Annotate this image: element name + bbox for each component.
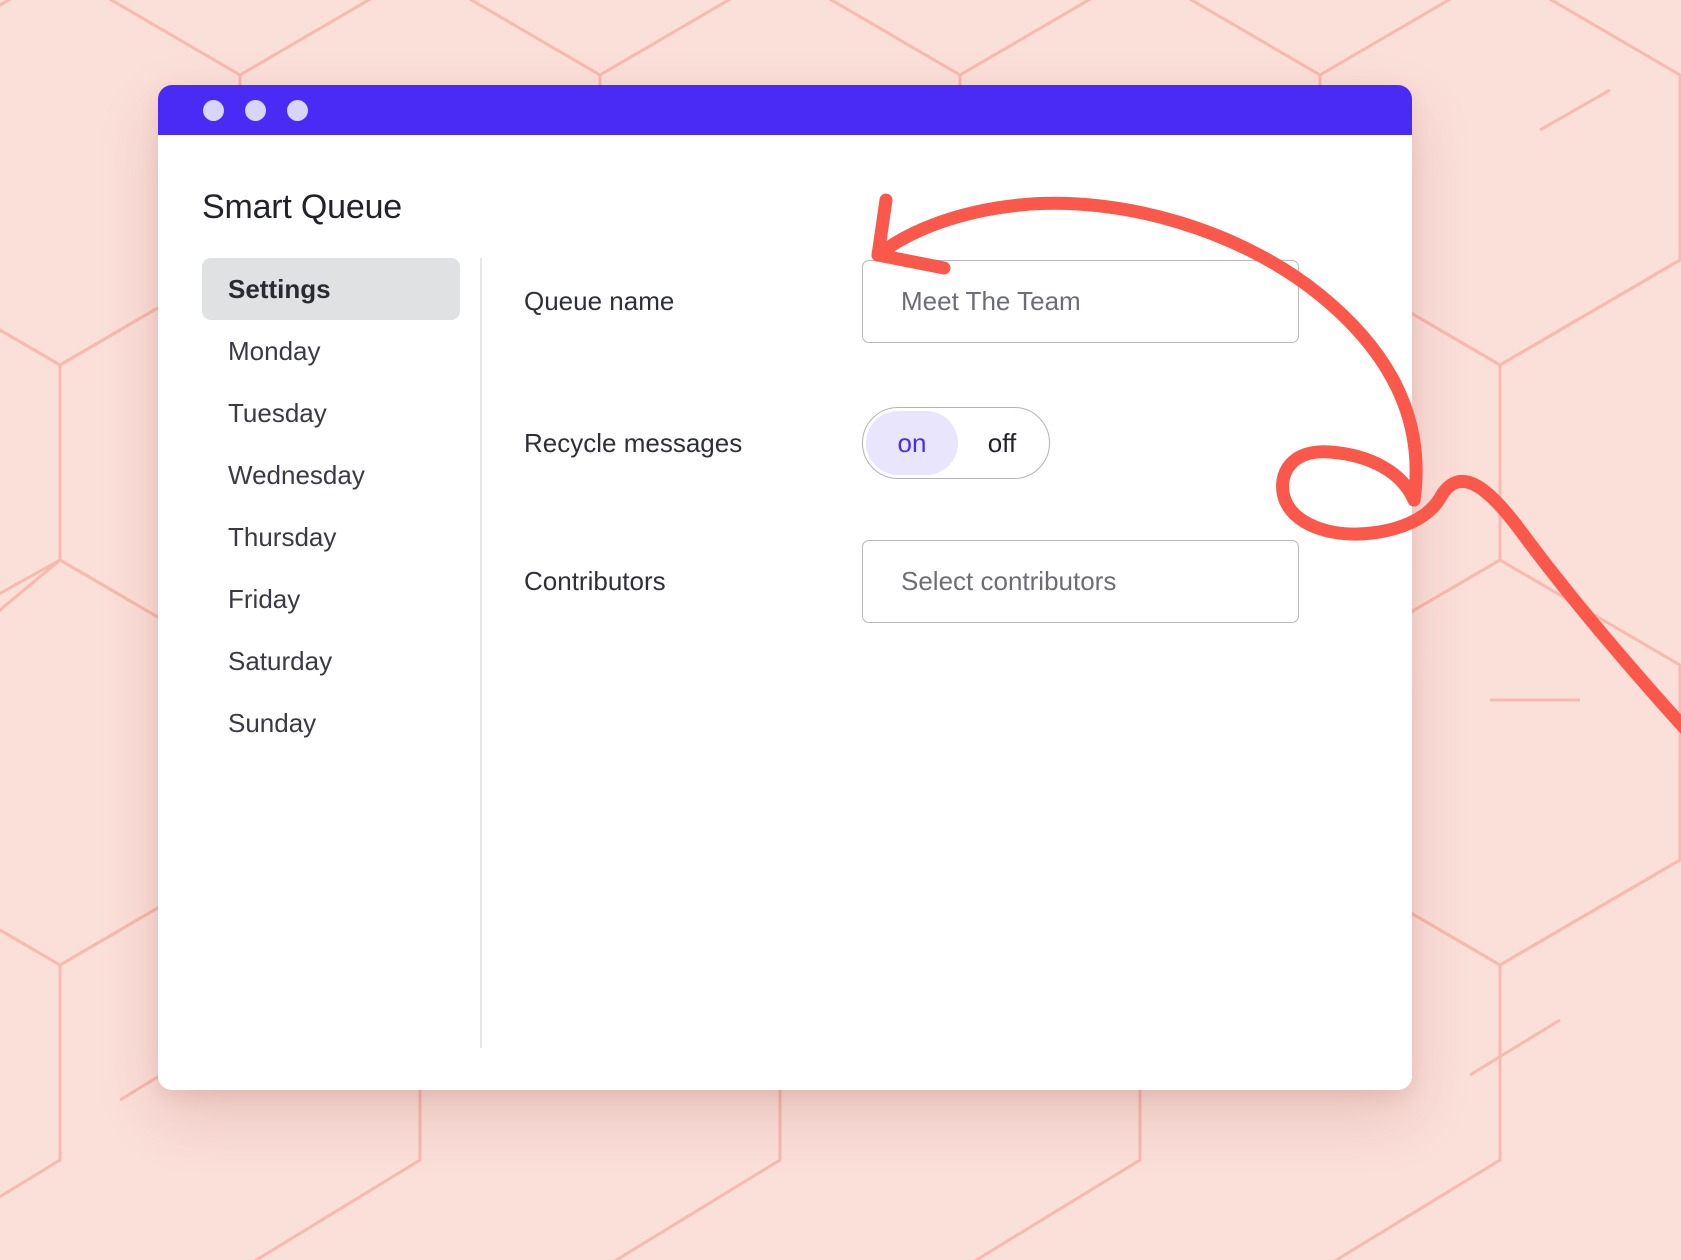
sidebar-item-label: Friday [228,583,301,614]
window-body: Settings Monday Tuesday Wednesday Thursd… [158,258,1412,1090]
sidebar-item-label: Settings [228,273,331,304]
recycle-messages-label: Recycle messages [524,427,743,458]
sidebar-item-label: Wednesday [228,459,365,490]
sidebar-item-sunday[interactable]: Sunday [202,692,460,754]
form-row-queue-name: Queue name Meet The Team [524,258,1324,344]
contributors-label: Contributors [524,565,666,596]
sidebar-item-settings[interactable]: Settings [202,258,460,320]
sidebar-item-thursday[interactable]: Thursday [202,506,460,568]
sidebar-item-label: Saturday [228,645,333,676]
page-title: Smart Queue [202,188,403,226]
vertical-divider [480,258,482,1048]
window-dot-close-icon[interactable] [203,99,224,121]
sidebar-item-label: Thursday [228,521,337,552]
app-window: Smart Queue Settings Monday Tuesday Wedn… [158,85,1412,1090]
sidebar-item-monday[interactable]: Monday [202,320,460,382]
window-titlebar [158,85,1412,135]
settings-form: Queue name Meet The Team Recycle message… [524,258,1324,662]
queue-name-label: Queue name [524,285,675,316]
toggle-option-off[interactable]: off [958,411,1046,475]
sidebar-item-saturday[interactable]: Saturday [202,630,460,692]
window-dot-minimize-icon[interactable] [245,99,266,121]
recycle-messages-toggle[interactable]: on off [862,407,1050,479]
sidebar-item-tuesday[interactable]: Tuesday [202,382,460,444]
form-row-contributors: Contributors Select contributors [524,538,1324,624]
sidebar-item-label: Sunday [228,707,317,738]
contributors-select[interactable]: Select contributors [862,539,1299,623]
form-row-recycle-messages: Recycle messages on off [524,400,1324,486]
sidebar-item-friday[interactable]: Friday [202,568,460,630]
toggle-option-on[interactable]: on [866,411,958,475]
window-dot-maximize-icon[interactable] [287,99,308,121]
sidebar: Settings Monday Tuesday Wednesday Thursd… [202,258,460,754]
queue-name-input[interactable]: Meet The Team [862,259,1299,343]
sidebar-item-label: Tuesday [228,397,327,428]
sidebar-item-label: Monday [228,335,321,366]
sidebar-item-wednesday[interactable]: Wednesday [202,444,460,506]
